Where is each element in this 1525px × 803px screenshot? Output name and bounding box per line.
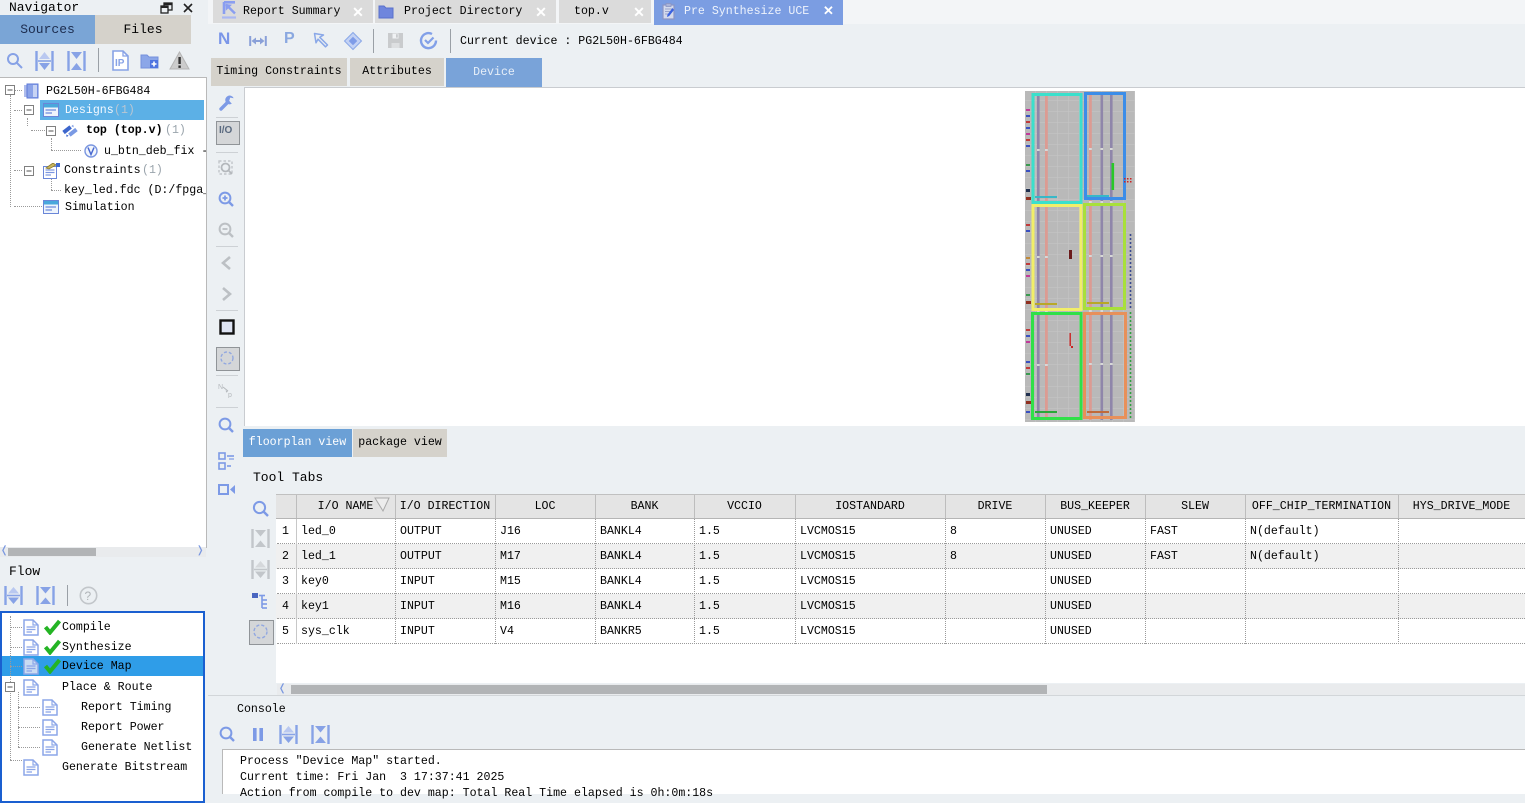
svg-text:N: N — [218, 384, 223, 391]
svg-text:?: ? — [85, 589, 92, 603]
svg-text:p: p — [228, 392, 232, 398]
